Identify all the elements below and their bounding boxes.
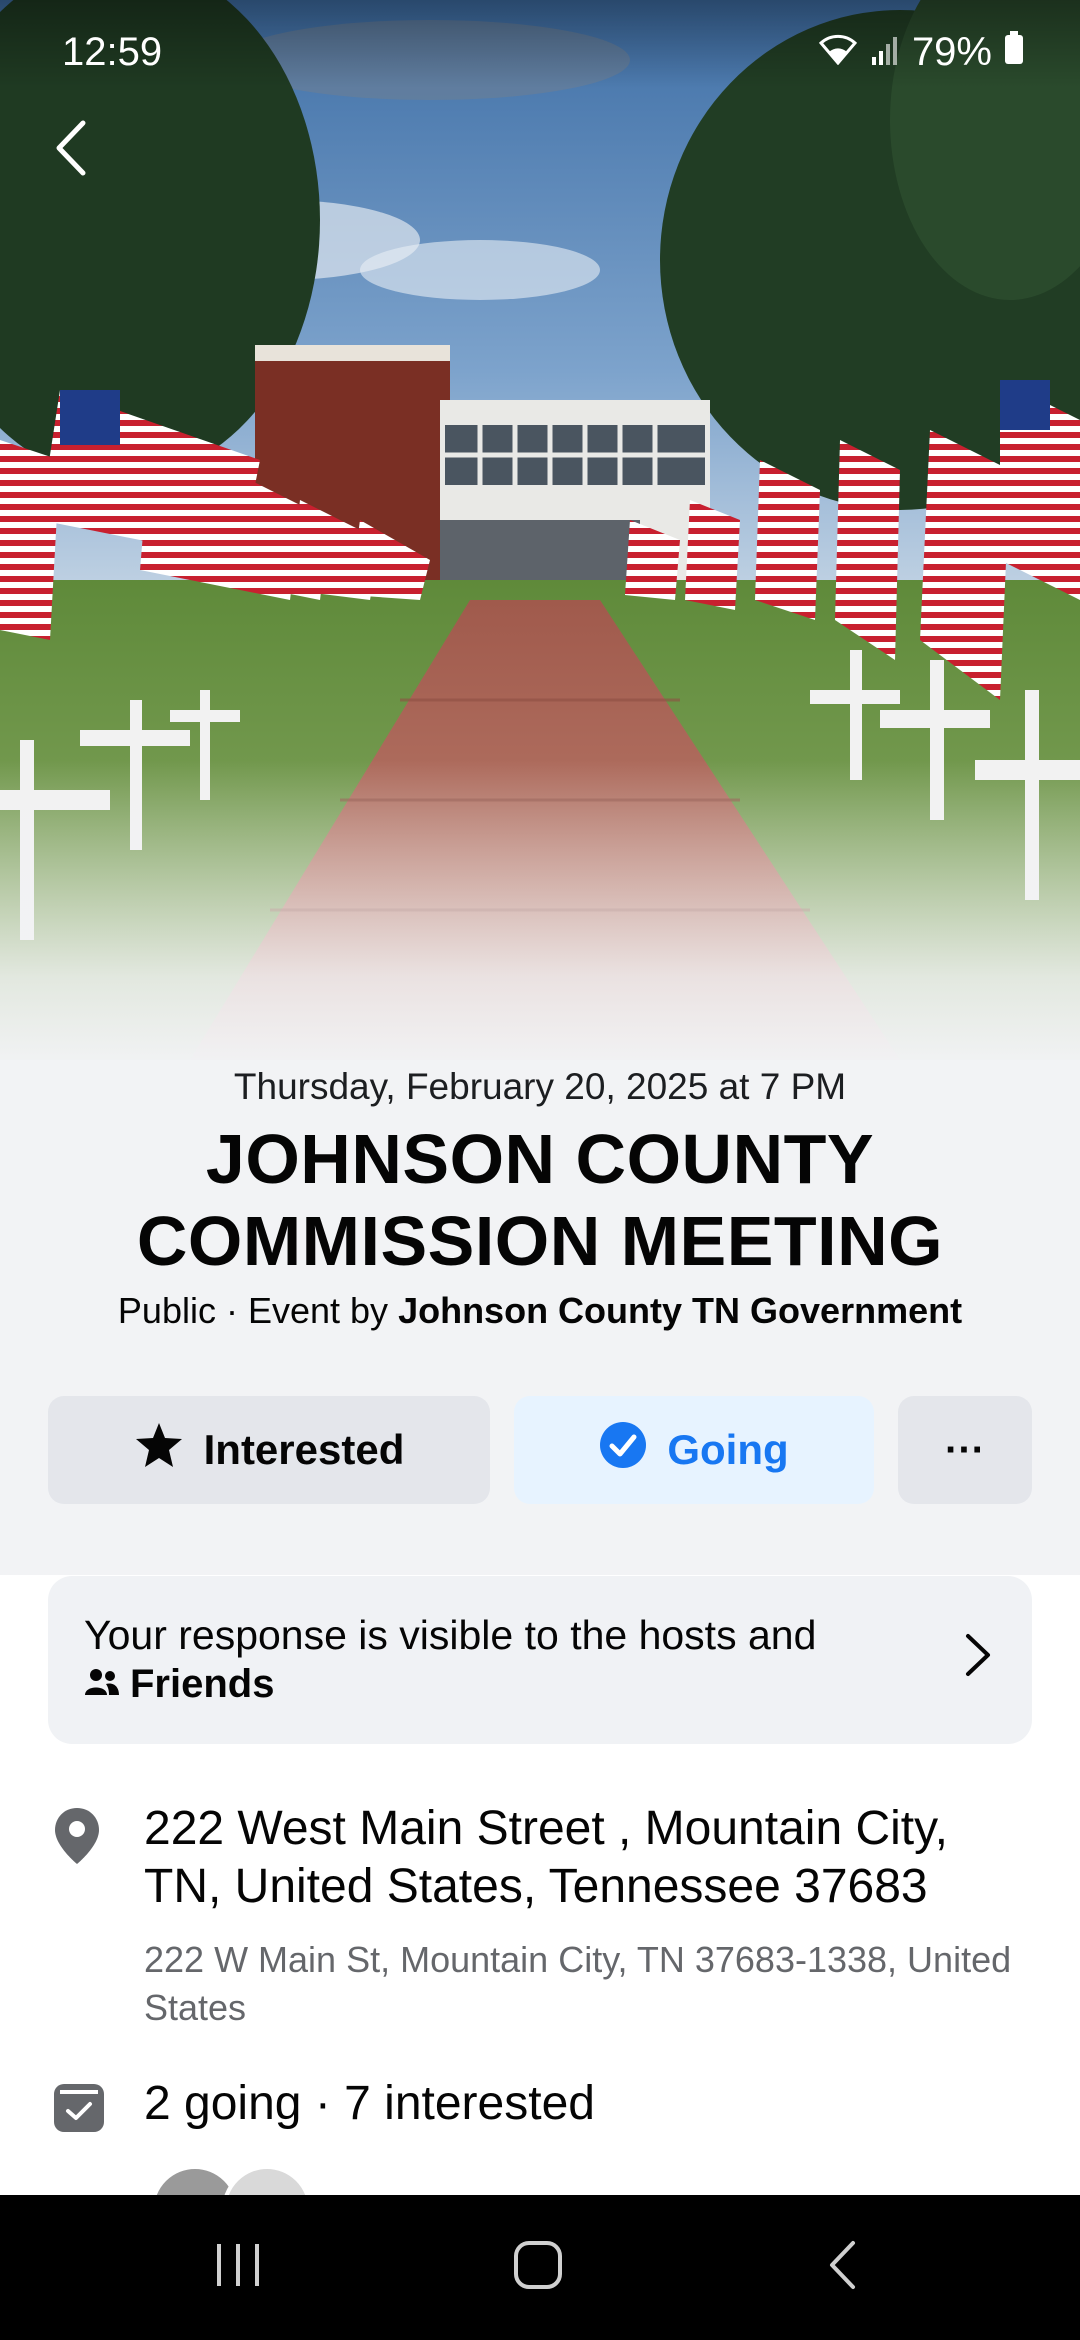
back-button[interactable] (40, 115, 100, 185)
more-options-button[interactable]: ··· (898, 1396, 1032, 1504)
recent-apps-button[interactable] (168, 2195, 308, 2340)
avatar (222, 2165, 312, 2195)
map-pin-icon (52, 1806, 102, 1871)
chevron-right-icon (964, 1632, 992, 1683)
event-title: JOHNSON COUNTY COMMISSION MEETING (136, 1120, 944, 1280)
interested-button[interactable]: Interested (48, 1396, 490, 1504)
going-label: Going (667, 1426, 789, 1473)
event-privacy: Public (117, 1290, 216, 1331)
visibility-audience: Friends (84, 1662, 274, 1707)
status-icons: 79% (818, 30, 1024, 75)
attendee-avatars[interactable] (150, 2165, 350, 2195)
response-visibility-card[interactable]: Your response is visible to the hosts an… (48, 1576, 1032, 1744)
signal-icon (870, 30, 900, 75)
cover-fade (0, 760, 1080, 1070)
check-circle-icon (599, 1421, 647, 1479)
recent-apps-icon (213, 2242, 263, 2293)
event-date: Thursday, February 20, 2025 at 7 PM (233, 1066, 847, 1107)
separator: · (215, 1290, 248, 1331)
interested-label: Interested (203, 1426, 405, 1473)
people-icon (84, 1662, 120, 1707)
battery-icon (1004, 30, 1024, 75)
event-by-prefix: Event by (247, 1290, 399, 1331)
event-cover (0, 0, 1080, 1575)
audience-label: Friends (130, 1662, 275, 1706)
event-host-link[interactable]: Johnson County TN Government (398, 1290, 962, 1331)
location-address[interactable]: 222 West Main Street , Mountain City, TN… (144, 1800, 1024, 1916)
home-icon (513, 2240, 563, 2295)
wifi-icon (818, 30, 858, 75)
system-nav-bar (0, 2195, 1080, 2340)
home-button[interactable] (468, 2195, 608, 2340)
status-bar: 12:59 79% (0, 0, 1080, 88)
location-detail: 222 W Main St, Mountain City, TN 37683-1… (144, 1939, 1012, 2028)
visibility-text: Your response is visible to the hosts an… (84, 1612, 817, 1658)
back-icon (827, 2240, 857, 2295)
going-button[interactable]: Going (514, 1396, 874, 1504)
status-time: 12:59 (62, 30, 163, 74)
star-icon (134, 1421, 184, 1479)
system-back-button[interactable] (772, 2195, 912, 2340)
calendar-check-icon (52, 2080, 106, 2139)
battery-level: 79% (911, 30, 992, 74)
event-subtitle: Public · Event by Johnson County TN Gove… (0, 1290, 1080, 1332)
attendance-summary[interactable]: 2 going · 7 interested (144, 2076, 595, 2131)
chevron-left-icon (53, 119, 87, 182)
more-icon: ··· (945, 1427, 985, 1472)
